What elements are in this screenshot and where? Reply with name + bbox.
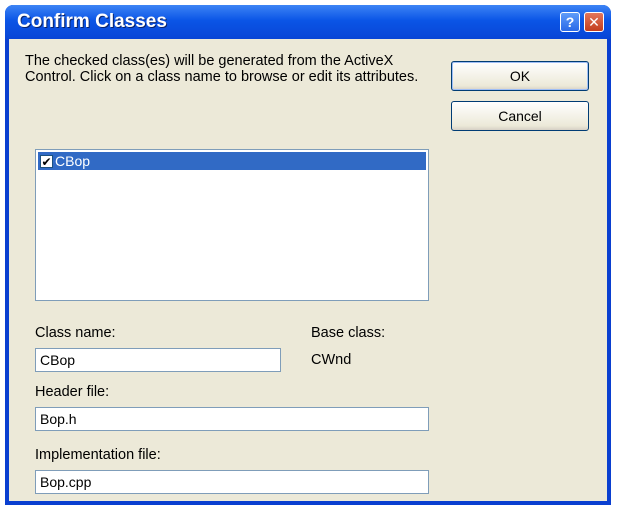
description-text: The checked class(es) will be generated …: [25, 53, 419, 85]
class-listbox[interactable]: ✔ CBop: [35, 149, 429, 301]
base-class-label: Base class:: [311, 325, 386, 341]
help-button[interactable]: ?: [560, 12, 580, 32]
class-name-label: Class name:: [35, 325, 116, 341]
implementation-file-label: Implementation file:: [35, 447, 161, 463]
close-button[interactable]: ✕: [584, 12, 604, 32]
header-file-label: Header file:: [35, 384, 110, 400]
confirm-classes-dialog: Confirm Classes ? ✕ The checked class(es…: [5, 5, 611, 505]
implementation-file-field[interactable]: Bop.cpp: [35, 470, 429, 494]
dialog-client-area: The checked class(es) will be generated …: [9, 39, 607, 501]
dialog-title: Confirm Classes: [17, 11, 167, 32]
class-name-field[interactable]: CBop: [35, 348, 281, 372]
list-item[interactable]: ✔ CBop: [38, 152, 426, 170]
title-bar[interactable]: Confirm Classes ? ✕: [5, 5, 611, 39]
checkbox[interactable]: ✔: [40, 154, 53, 168]
header-file-field[interactable]: Bop.h: [35, 407, 429, 431]
list-item-label: CBop: [55, 153, 91, 169]
ok-button[interactable]: OK: [451, 61, 589, 91]
base-class-value: CWnd: [311, 352, 352, 368]
cancel-button[interactable]: Cancel: [451, 101, 589, 131]
